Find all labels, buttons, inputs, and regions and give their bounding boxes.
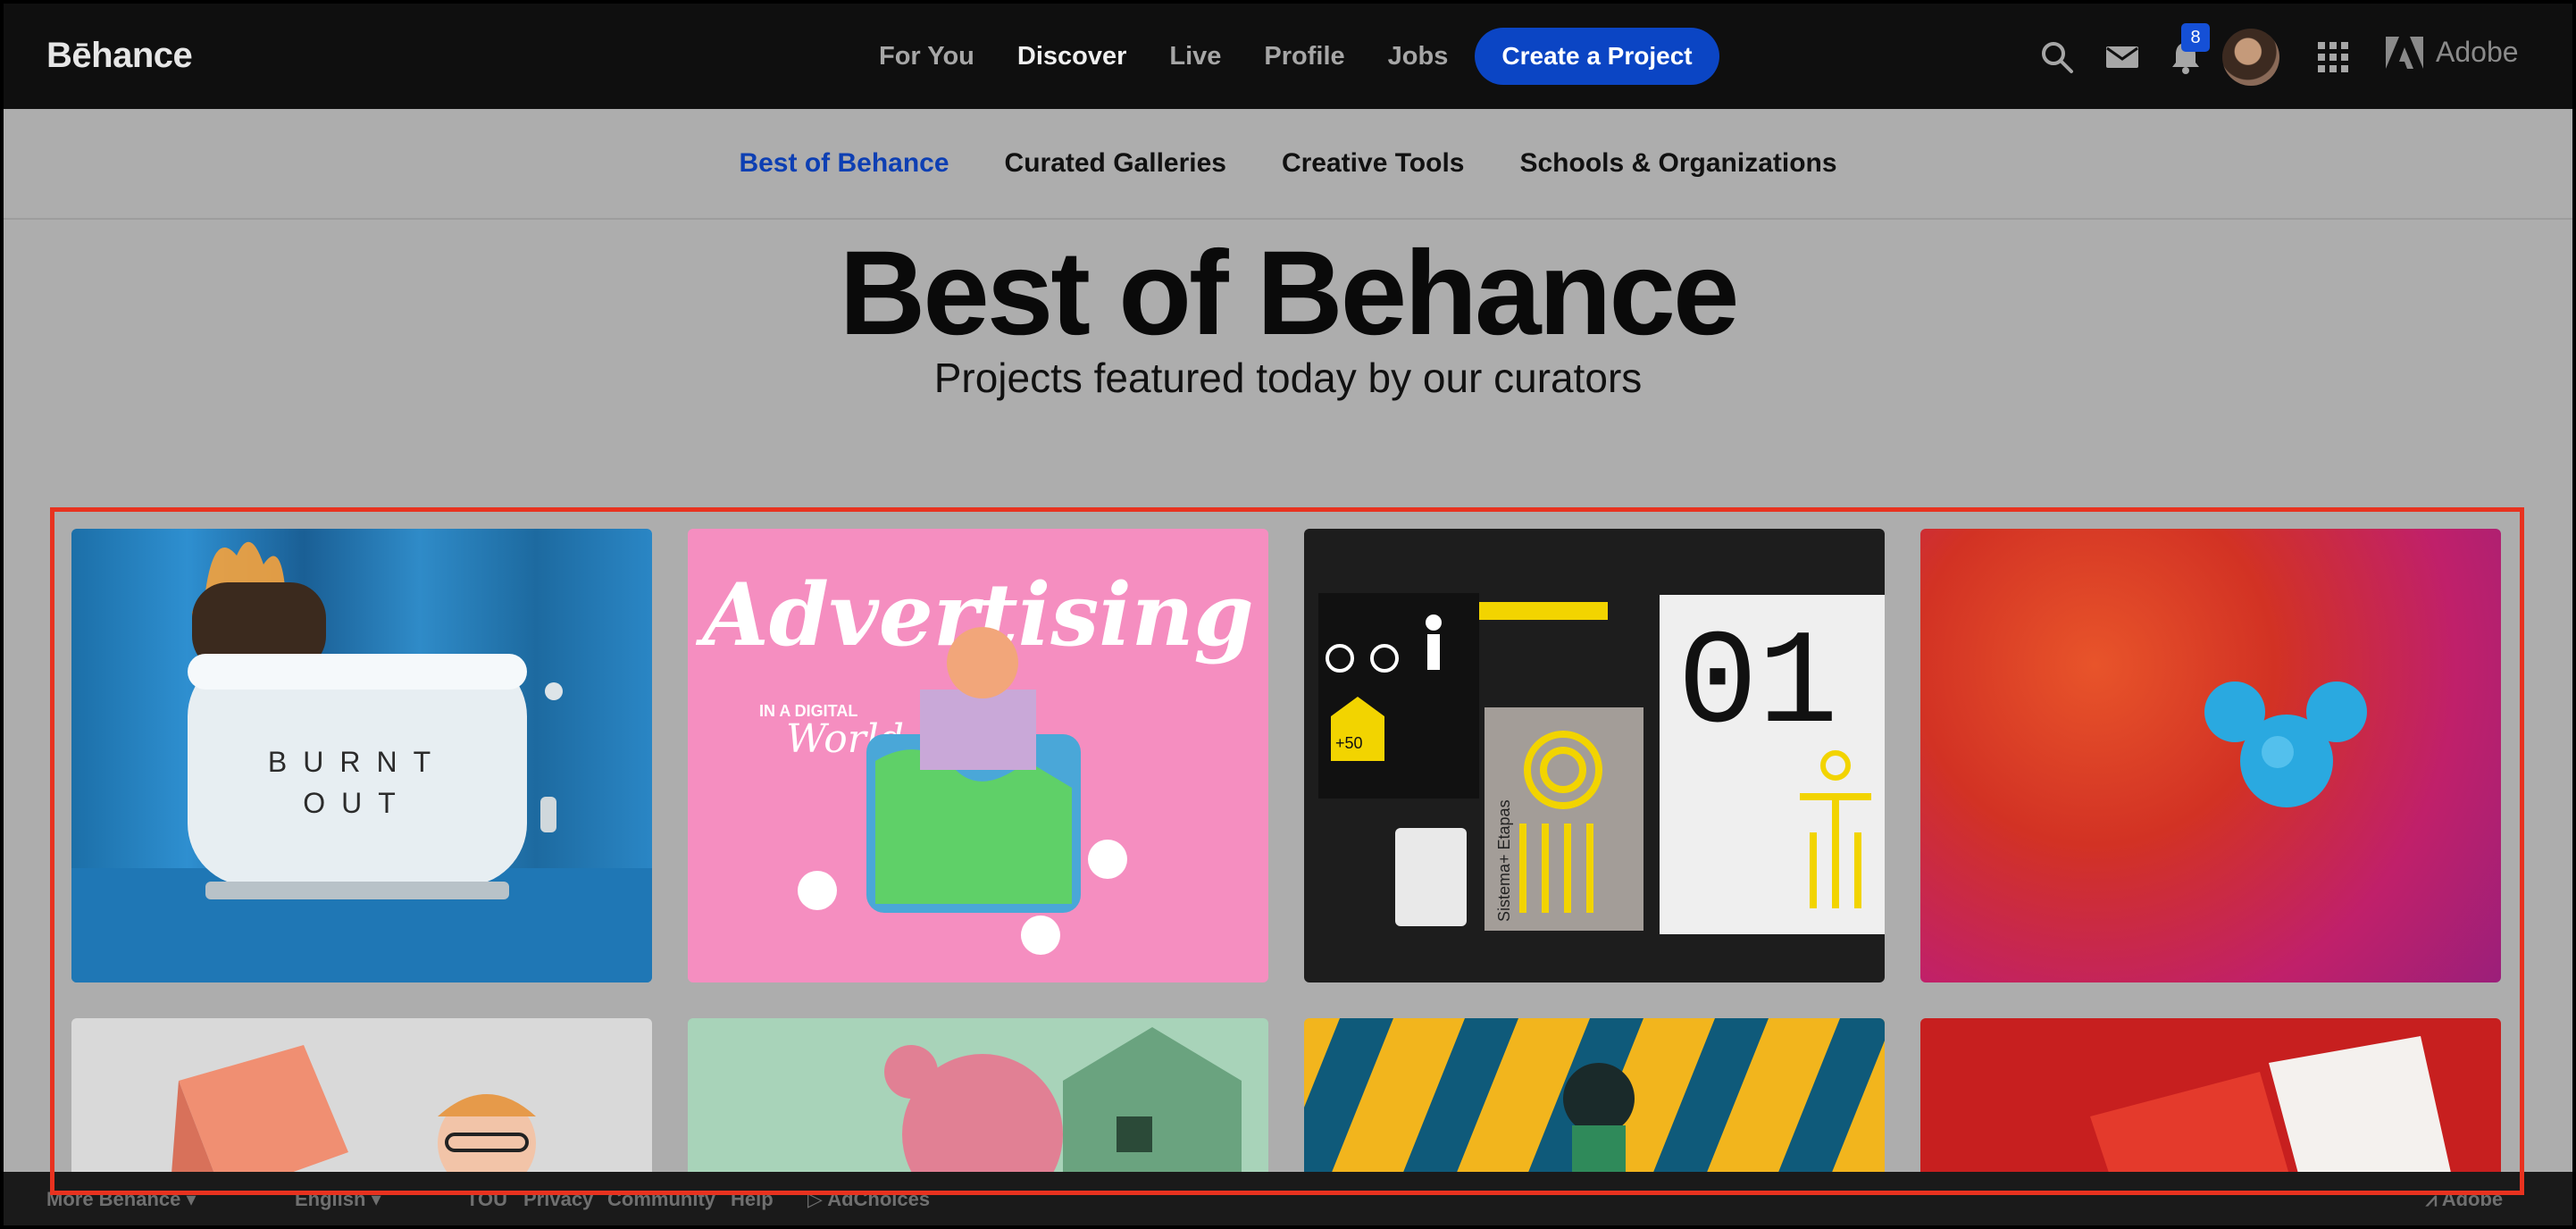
footer-adobe-label: Adobe bbox=[2441, 1188, 2504, 1210]
nav-jobs[interactable]: Jobs bbox=[1388, 42, 1449, 71]
tab-creative-tools[interactable]: Creative Tools bbox=[1282, 148, 1465, 179]
footer-link-community[interactable]: Community bbox=[607, 1188, 715, 1211]
notification-badge: 8 bbox=[2181, 23, 2210, 52]
adobe-logo-icon bbox=[2386, 36, 2423, 69]
toaster-artwork: BURNT OUT bbox=[71, 541, 652, 982]
project-card-advertising[interactable]: Advertising IN A DIGITAL World bbox=[688, 529, 1268, 982]
advertising-artwork: Advertising IN A DIGITAL World bbox=[695, 564, 1254, 955]
chevron-down-icon: ▾ bbox=[365, 1188, 381, 1210]
avatar[interactable] bbox=[2222, 29, 2279, 86]
footer: More Behance ▾ English ▾ TOU Privacy Com… bbox=[4, 1172, 2572, 1225]
adchoices-icon: ▷ bbox=[807, 1188, 828, 1210]
project-card-etapas[interactable]: +50 Sistema+ Etapas 01 bbox=[1304, 529, 1885, 982]
adchoices-label: AdChoices bbox=[827, 1188, 931, 1210]
chevron-down-icon: ▾ bbox=[180, 1188, 197, 1210]
tab-schools-organizations[interactable]: Schools & Organizations bbox=[1519, 148, 1836, 179]
project-card-burnt-out[interactable]: BURNT OUT bbox=[71, 529, 652, 982]
language-label: English bbox=[295, 1188, 366, 1210]
project-card-bear[interactable] bbox=[688, 1018, 1268, 1197]
adobe-label: Adobe bbox=[2436, 36, 2519, 68]
nav-profile[interactable]: Profile bbox=[1264, 42, 1344, 71]
footer-link-privacy[interactable]: Privacy bbox=[523, 1188, 593, 1211]
toaster-text-1: BURNT bbox=[268, 746, 447, 778]
red-cards-artwork bbox=[2090, 1036, 2456, 1197]
vip-box-artwork bbox=[170, 1045, 536, 1197]
etapas-number: 01 bbox=[1677, 610, 1838, 762]
bear-artwork bbox=[688, 1018, 1268, 1197]
apps-grid-icon[interactable] bbox=[2315, 39, 2351, 75]
search-icon[interactable] bbox=[2039, 39, 2075, 75]
behance-logo[interactable]: Bēhance bbox=[46, 36, 193, 76]
project-card-vip-box[interactable] bbox=[71, 1018, 652, 1197]
project-card-red-cards[interactable] bbox=[1920, 1018, 2501, 1197]
etapas-vertical: Sistema+ Etapas bbox=[1495, 799, 1513, 922]
footer-link-help[interactable]: Help bbox=[731, 1188, 774, 1211]
nav-live[interactable]: Live bbox=[1169, 42, 1221, 71]
more-behance-label: More Behance bbox=[46, 1188, 181, 1210]
page-subtitle: Projects featured today by our curators bbox=[933, 355, 1643, 401]
top-nav: Bēhance For You Discover Live Profile Jo… bbox=[4, 4, 2572, 109]
main-nav: For You Discover Live Profile Jobs bbox=[879, 4, 1491, 109]
nav-for-you[interactable]: For You bbox=[879, 42, 974, 71]
tab-curated-galleries[interactable]: Curated Galleries bbox=[1005, 148, 1226, 179]
project-card-stripes[interactable] bbox=[1304, 1018, 1885, 1197]
tab-best-of-behance[interactable]: Best of Behance bbox=[739, 148, 949, 179]
more-behance-dropdown[interactable]: More Behance ▾ bbox=[46, 1188, 197, 1211]
sub-nav: Best of Behance Curated Galleries Creati… bbox=[4, 109, 2572, 220]
project-card-mickey[interactable] bbox=[1920, 529, 2501, 982]
adchoices-link[interactable]: ▷ AdChoices bbox=[807, 1188, 930, 1211]
create-project-button[interactable]: Create a Project bbox=[1475, 28, 1719, 85]
language-dropdown[interactable]: English ▾ bbox=[295, 1188, 381, 1211]
adobe-link[interactable]: Adobe bbox=[2386, 36, 2519, 69]
mickey-artwork bbox=[2204, 681, 2367, 807]
etapas-plus: +50 bbox=[1335, 734, 1363, 752]
nav-discover[interactable]: Discover bbox=[1017, 42, 1127, 71]
toaster-text-2: OUT bbox=[303, 787, 412, 819]
stripes-artwork bbox=[1304, 1018, 1885, 1197]
footer-link-tou[interactable]: TOU bbox=[466, 1188, 507, 1211]
footer-adobe-link[interactable]: ⩘ Adobe bbox=[2426, 1188, 2503, 1211]
etapas-artwork: +50 Sistema+ Etapas 01 bbox=[1318, 593, 1885, 934]
mail-icon[interactable] bbox=[2104, 39, 2140, 75]
page: Bēhance For You Discover Live Profile Jo… bbox=[4, 4, 2572, 1225]
adobe-logo-icon: ⩘ bbox=[2426, 1188, 2442, 1210]
page-title: Best of Behance bbox=[839, 227, 1740, 360]
